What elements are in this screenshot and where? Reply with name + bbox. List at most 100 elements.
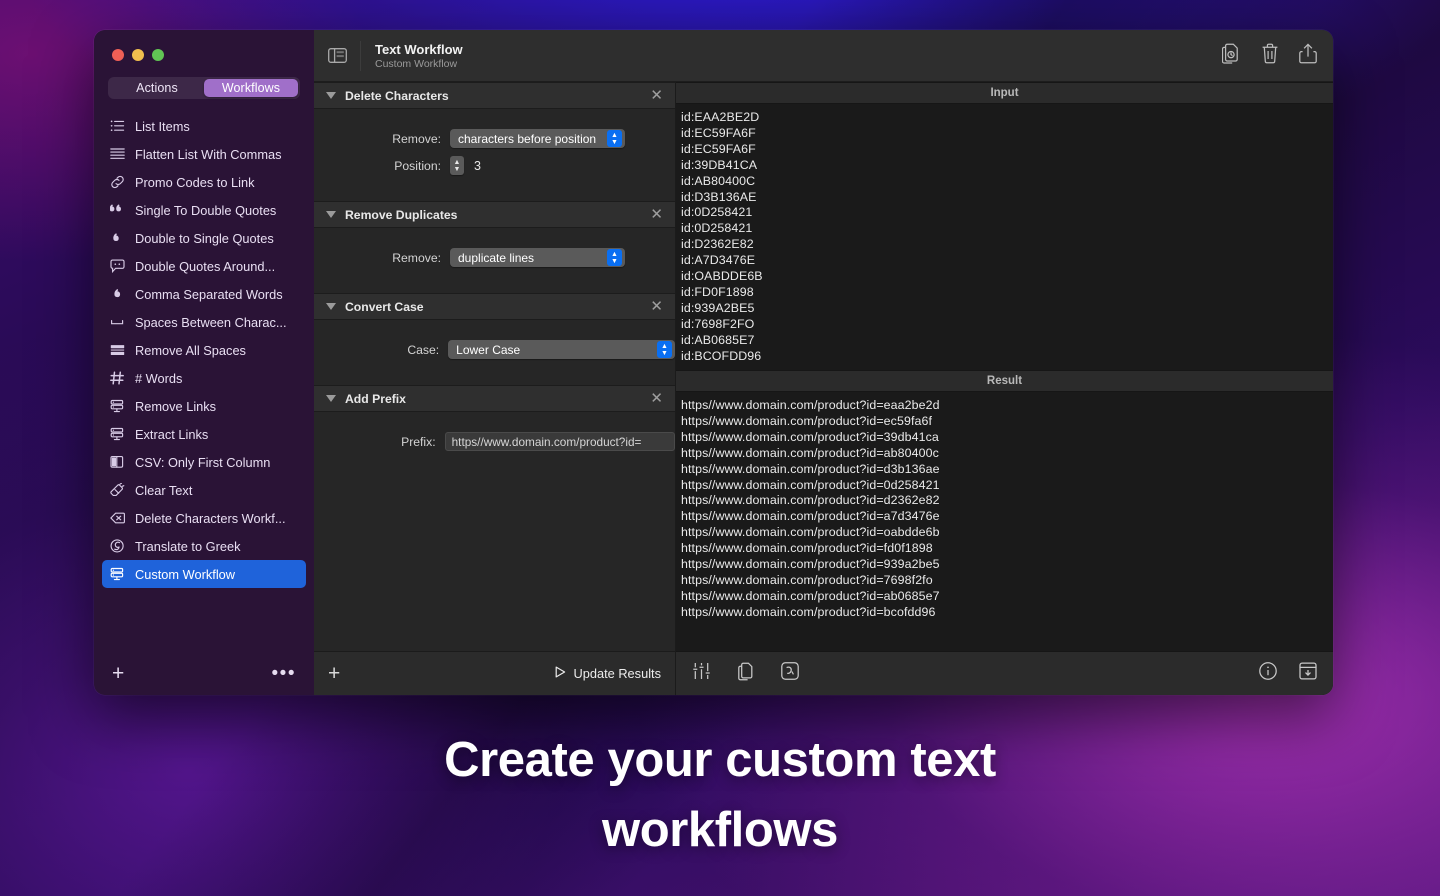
workflow-steps-list: Delete Characters✕ Remove:characters befo…: [314, 82, 675, 651]
step-header[interactable]: Add Prefix ✕: [314, 385, 675, 412]
sliders-icon[interactable]: [692, 662, 711, 685]
form-row: Case:Lower Case▲▼: [314, 340, 675, 359]
field-label: Case:: [314, 343, 448, 357]
sidebar-segment-actions[interactable]: Actions: [110, 79, 204, 97]
sidebar-item-double-quotes-around[interactable]: Double Quotes Around...: [102, 252, 306, 280]
sidebar-item-label: Flatten List With Commas: [135, 147, 282, 162]
result-line: https//www.domain.com/product?id=fd0f189…: [681, 541, 1327, 557]
sidebar-item-delete-characters-workf[interactable]: Delete Characters Workf...: [102, 504, 306, 532]
titlebar: Text Workflow Custom Workflow: [314, 30, 1333, 82]
sidebar-item-remove-all-spaces[interactable]: Remove All Spaces: [102, 336, 306, 364]
result-line: https//www.domain.com/product?id=ec59fa6…: [681, 414, 1327, 430]
disclosure-triangle-icon[interactable]: [326, 92, 336, 99]
result-line: https//www.domain.com/product?id=939a2be…: [681, 557, 1327, 573]
shortcuts-icon[interactable]: [781, 662, 799, 685]
step-title: Convert Case: [345, 300, 424, 314]
share-icon[interactable]: [1299, 43, 1317, 69]
remove-step-button[interactable]: ✕: [650, 207, 663, 222]
field-label: Remove:: [314, 132, 450, 146]
caption-line-1: Create your custom text: [0, 726, 1440, 796]
sidebar-item-single-to-double-quotes[interactable]: Single To Double Quotes: [102, 196, 306, 224]
trash-icon[interactable]: [1261, 43, 1279, 69]
stepper-value: 3: [474, 159, 481, 173]
app-window: ActionsWorkflows List Items Flatten List …: [94, 30, 1333, 695]
single-quote-icon: [109, 231, 126, 245]
remove-step-button[interactable]: ✕: [650, 299, 663, 314]
zoom-button[interactable]: [152, 49, 164, 61]
sidebar-item-label: CSV: Only First Column: [135, 455, 270, 470]
add-workflow-button[interactable]: +: [112, 663, 124, 684]
sidebar-item-flatten-list-with-commas[interactable]: Flatten List With Commas: [102, 140, 306, 168]
sidebar-item-custom-workflow[interactable]: Custom Workflow: [102, 560, 306, 588]
result-line: https//www.domain.com/product?id=oabdde6…: [681, 525, 1327, 541]
chevron-updown-icon: ▲▼: [657, 341, 672, 358]
sidebar-item-spaces-between-charac[interactable]: Spaces Between Charac...: [102, 308, 306, 336]
eraser-icon: [109, 483, 126, 497]
disclosure-triangle-icon[interactable]: [326, 211, 336, 218]
input-header: Input: [676, 82, 1333, 104]
close-button[interactable]: [112, 49, 124, 61]
step-header[interactable]: Convert Case ✕: [314, 293, 675, 320]
page-subtitle: Custom Workflow: [375, 58, 463, 70]
result-textarea[interactable]: https//www.domain.com/product?id=eaa2be2…: [676, 392, 1333, 651]
sidebar-more-button[interactable]: •••: [272, 664, 296, 683]
sidebar-item-list-items[interactable]: List Items: [102, 112, 306, 140]
io-footer-left: [692, 662, 799, 686]
field-label: Position:: [314, 159, 450, 173]
sidebar-segmented-control[interactable]: ActionsWorkflows: [108, 77, 300, 99]
sidebar-item-extract-links[interactable]: Extract Links: [102, 420, 306, 448]
workflow-step: Delete Characters✕ Remove:characters befo…: [314, 82, 675, 201]
sidebar-item-label: Promo Codes to Link: [135, 175, 255, 190]
spiral-icon: [109, 539, 126, 553]
chevron-updown-icon: ▲▼: [607, 249, 622, 266]
step-title: Add Prefix: [345, 392, 406, 406]
sidebar-item-promo-codes-to-link[interactable]: Promo Codes to Link: [102, 168, 306, 196]
sidebar-item-label: Custom Workflow: [135, 567, 235, 582]
double-quote-icon: [109, 203, 126, 217]
sidebar-item-remove-links[interactable]: Remove Links: [102, 392, 306, 420]
input-textarea[interactable]: id:EAA2BE2Did:EC59FA6Fid:EC59FA6Fid:39DB…: [676, 104, 1333, 370]
popup-button[interactable]: Lower Case▲▼: [448, 340, 675, 359]
info-icon[interactable]: [1259, 662, 1277, 685]
step-header[interactable]: Delete Characters✕: [314, 82, 675, 109]
update-results-label: Update Results: [574, 666, 662, 681]
remove-step-button[interactable]: ✕: [650, 391, 663, 406]
caption-line-2: workflows: [0, 796, 1440, 866]
step-header[interactable]: Remove Duplicates✕: [314, 201, 675, 228]
sidebar-item-csv-only-first-column[interactable]: CSV: Only First Column: [102, 448, 306, 476]
steps-footer-toolbar: + Update Results: [314, 651, 675, 695]
sidebar-segment-workflows[interactable]: Workflows: [204, 79, 298, 97]
chevron-updown-icon: ▲▼: [607, 130, 622, 147]
window-controls: [94, 30, 314, 61]
download-icon[interactable]: [1299, 662, 1317, 685]
sidebar-item-double-to-single-quotes[interactable]: Double to Single Quotes: [102, 224, 306, 252]
sidebar-item-words[interactable]: # Words: [102, 364, 306, 392]
minimize-button[interactable]: [132, 49, 144, 61]
remove-step-button[interactable]: ✕: [650, 88, 663, 103]
form-row: Position:▲▼ 3: [314, 156, 675, 175]
update-results-button[interactable]: Update Results: [555, 666, 662, 681]
input-line: id:FD0F1898: [681, 285, 1327, 301]
copy-icon[interactable]: [737, 662, 755, 686]
disclosure-triangle-icon[interactable]: [326, 303, 336, 310]
sidebar-item-clear-text[interactable]: Clear Text: [102, 476, 306, 504]
io-panel: Input id:EAA2BE2Did:EC59FA6Fid:EC59FA6Fi…: [676, 82, 1333, 695]
prefix-field[interactable]: https//www.domain.com/product?id=: [445, 432, 675, 451]
result-line: https//www.domain.com/product?id=7698f2f…: [681, 573, 1327, 589]
sidebar-item-comma-separated-words[interactable]: Comma Separated Words: [102, 280, 306, 308]
input-line: id:939A2BE5: [681, 301, 1327, 317]
sidebar-item-translate-to-greek[interactable]: Translate to Greek: [102, 532, 306, 560]
sidebar-toggle-icon[interactable]: [328, 48, 354, 63]
sidebar-item-label: Translate to Greek: [135, 539, 241, 554]
popup-button[interactable]: duplicate lines▲▼: [450, 248, 625, 267]
duplicate-icon[interactable]: [1222, 43, 1241, 69]
popup-button[interactable]: characters before position▲▼: [450, 129, 625, 148]
quantity-stepper[interactable]: ▲▼: [450, 156, 464, 175]
disclosure-triangle-icon[interactable]: [326, 395, 336, 402]
sidebar-item-label: Extract Links: [135, 427, 208, 442]
add-action-button[interactable]: +: [328, 663, 340, 684]
workflow-step: Remove Duplicates✕Remove:duplicate lines…: [314, 201, 675, 293]
sidebar-item-label: Double to Single Quotes: [135, 231, 274, 246]
result-line: https//www.domain.com/product?id=bcofdd9…: [681, 605, 1327, 621]
input-line: id:0D258421: [681, 205, 1327, 221]
